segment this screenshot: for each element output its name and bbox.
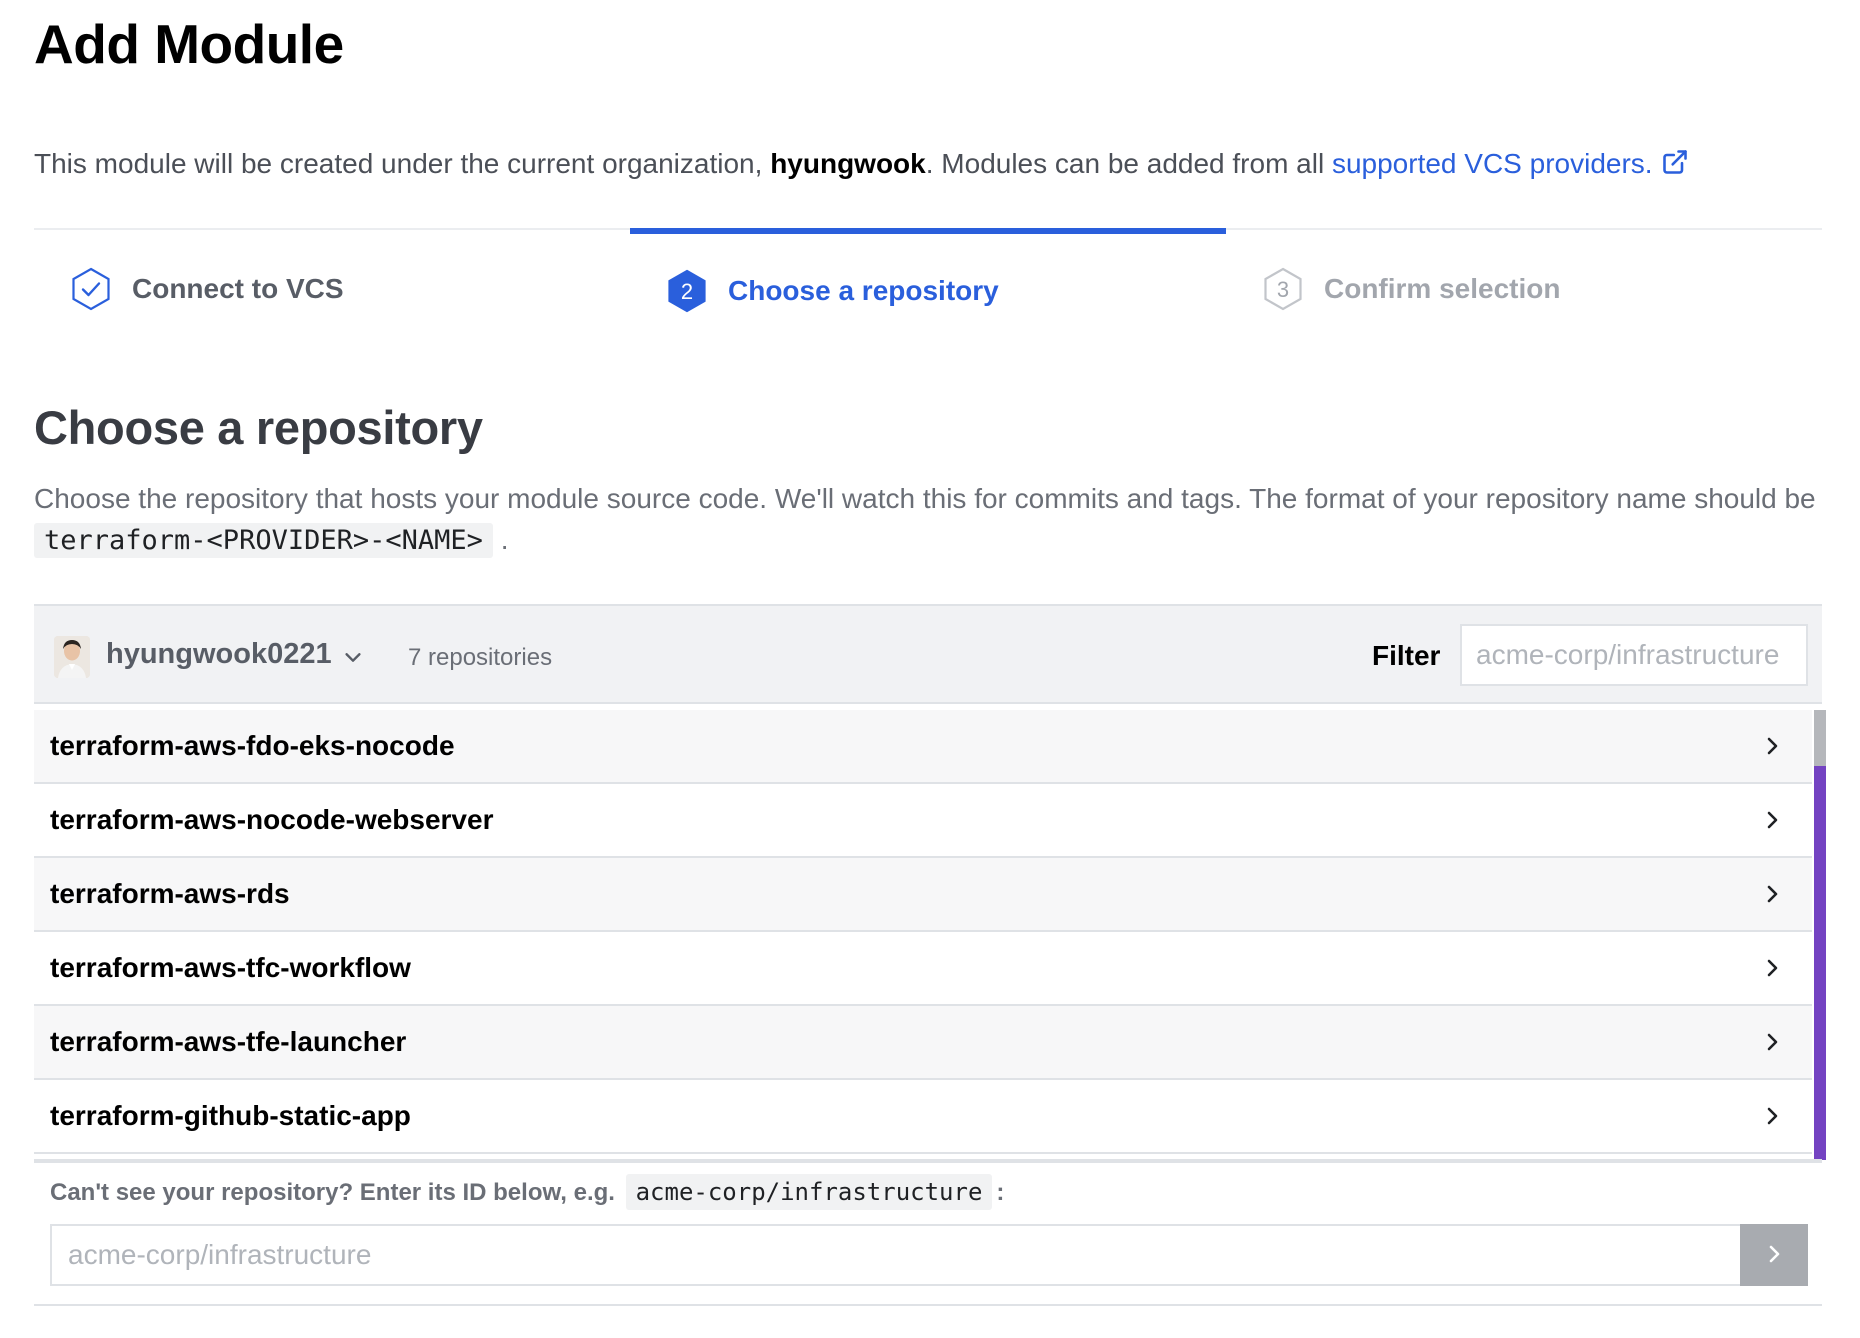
chevron-right-icon: [1760, 956, 1784, 985]
list-divider: [34, 1159, 1822, 1163]
repository-row[interactable]: terraform-aws-nocode-webserver: [34, 784, 1812, 858]
example-code: acme-corp/infrastructure: [625, 1174, 993, 1210]
repository-name: terraform-github-static-app: [50, 1100, 411, 1131]
description-end: .: [500, 524, 509, 555]
organization-name: hyungwook: [770, 148, 926, 179]
repository-row[interactable]: terraform-aws-tfe-launcher: [34, 1006, 1812, 1080]
step-connect-to-vcs[interactable]: Connect to VCS: [34, 228, 630, 328]
scrollbar-track-top: [1814, 710, 1826, 766]
repository-panel-header: hyungwook0221 7 repositories Filter: [34, 604, 1822, 704]
vcs-link-label: supported VCS providers.: [1331, 148, 1653, 179]
step-number: 3: [1277, 277, 1289, 302]
chevron-right-icon: [1760, 734, 1784, 763]
filter-label: Filter: [1372, 640, 1441, 671]
repository-row[interactable]: terraform-github-static-app: [34, 1080, 1812, 1154]
account-selector[interactable]: hyungwook0221: [106, 638, 332, 671]
bottom-divider: [34, 1304, 1822, 1306]
step-confirm-selection: 3 Confirm selection: [1226, 228, 1822, 328]
intro-text-after: . Modules can be added from all: [925, 148, 1332, 179]
description-text: Choose the repository that hosts your mo…: [34, 483, 1816, 514]
page-title: Add Module: [34, 13, 344, 75]
repository-count: 7 repositories: [408, 644, 553, 671]
chevron-right-icon: [1760, 1104, 1784, 1133]
supported-vcs-providers-link[interactable]: supported VCS providers.: [1332, 148, 1689, 179]
wizard-steps: Connect to VCS 2 Choose a repository 3 C…: [34, 228, 1822, 328]
step-label: Connect to VCS: [132, 273, 344, 304]
section-title: Choose a repository: [34, 401, 483, 454]
check-hexagon-icon: [68, 266, 114, 312]
repository-name: terraform-aws-rds: [50, 878, 290, 909]
repository-id-submit-button[interactable]: [1740, 1224, 1808, 1286]
external-link-icon: [1661, 148, 1689, 183]
chevron-right-icon: [1760, 1030, 1784, 1059]
step-number-hexagon-icon: 2: [664, 268, 710, 314]
repository-name: terraform-aws-tfe-launcher: [50, 1026, 407, 1057]
intro-text-before: This module will be created under the cu…: [34, 148, 771, 179]
repository-name: terraform-aws-fdo-eks-nocode: [50, 730, 455, 761]
step-label: Confirm selection: [1324, 273, 1561, 304]
repository-row[interactable]: terraform-aws-tfc-workflow: [34, 932, 1812, 1006]
repository-name: terraform-aws-nocode-webserver: [50, 804, 494, 835]
repository-panel: hyungwook0221 7 repositories Filter terr…: [34, 604, 1826, 1306]
step-number-hexagon-icon: 3: [1260, 266, 1306, 312]
chevron-right-icon: [1762, 1242, 1786, 1269]
chevron-right-icon: [1760, 808, 1784, 837]
section-description: Choose the repository that hosts your mo…: [34, 478, 1822, 561]
chevron-right-icon: [1760, 882, 1784, 911]
manual-entry-text: Can't see your repository? Enter its ID …: [50, 1179, 615, 1206]
avatar: [54, 636, 90, 678]
chevron-down-icon[interactable]: [342, 646, 364, 673]
repository-row[interactable]: terraform-aws-rds: [34, 858, 1812, 932]
scrollbar[interactable]: [1814, 710, 1826, 1160]
manual-entry-prompt: Can't see your repository? Enter its ID …: [50, 1174, 1005, 1210]
step-label: Choose a repository: [728, 275, 999, 306]
intro-text: This module will be created under the cu…: [34, 148, 1689, 183]
repository-list: terraform-aws-fdo-eks-nocode terraform-aw…: [34, 710, 1812, 1160]
repository-id-input[interactable]: [50, 1224, 1776, 1286]
step-number: 2: [681, 279, 693, 304]
format-code: terraform-<PROVIDER>-<NAME>: [34, 523, 493, 558]
filter-input[interactable]: [1460, 624, 1808, 686]
repository-row[interactable]: terraform-aws-fdo-eks-nocode: [34, 710, 1812, 784]
step-choose-repository[interactable]: 2 Choose a repository: [630, 228, 1226, 328]
manual-entry-end: :: [996, 1179, 1005, 1206]
repository-name: terraform-aws-tfc-workflow: [50, 952, 411, 983]
